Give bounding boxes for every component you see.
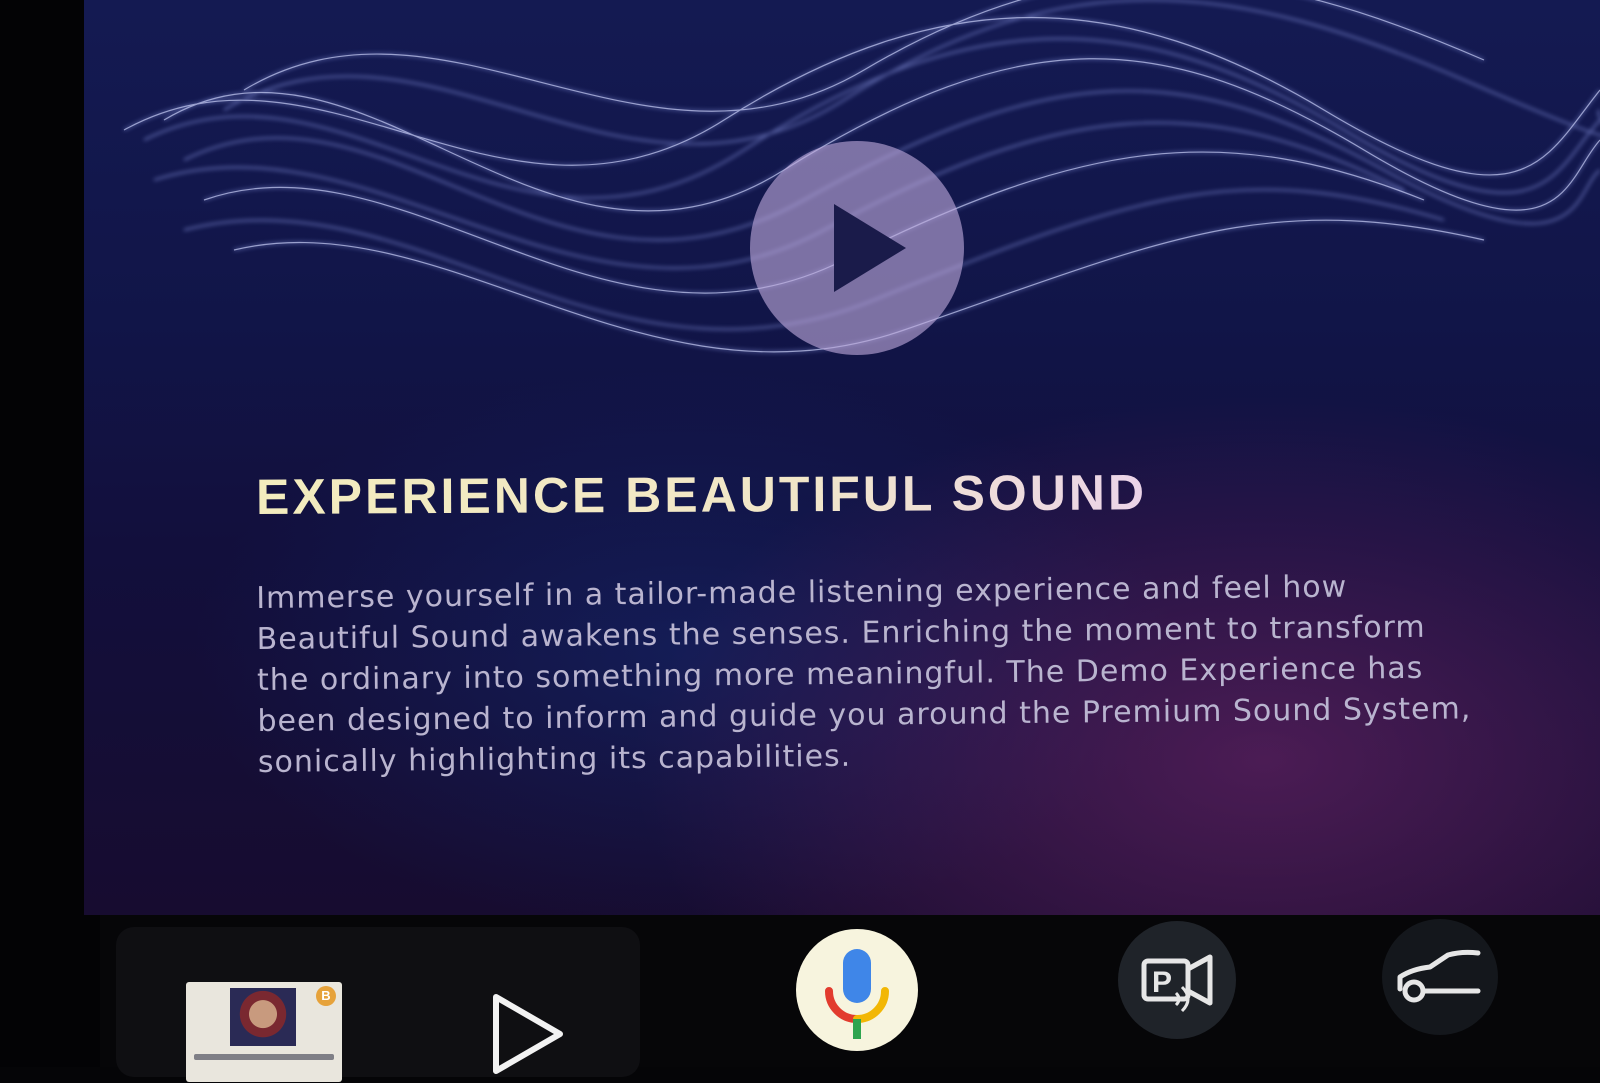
- page-title: EXPERIENCE BEAUTIFUL SOUND: [256, 462, 1456, 526]
- album-art[interactable]: B: [186, 982, 342, 1082]
- voice-assistant-button[interactable]: [796, 929, 918, 1051]
- album-caption-text: [194, 1054, 334, 1060]
- play-outline-icon: [493, 994, 563, 1074]
- play-video-button[interactable]: [750, 141, 964, 355]
- description-text: Immerse yourself in a tailor-made listen…: [256, 565, 1478, 783]
- park-camera-icon: P: [1141, 954, 1213, 1013]
- album-cover-image: [230, 988, 296, 1046]
- demo-screen: EXPERIENCE BEAUTIFUL SOUND Immerse yours…: [84, 0, 1600, 915]
- media-widget[interactable]: B: [116, 927, 640, 1082]
- bottom-dock: B P: [100, 915, 1600, 1082]
- media-play-button[interactable]: [488, 989, 568, 1079]
- car-icon: [1397, 949, 1481, 1003]
- play-icon: [834, 204, 906, 292]
- park-assist-button[interactable]: P: [1118, 921, 1236, 1039]
- microphone-icon: [825, 949, 889, 1039]
- vehicle-button[interactable]: [1382, 919, 1498, 1035]
- source-badge: B: [316, 986, 336, 1006]
- svg-text:P: P: [1152, 966, 1172, 999]
